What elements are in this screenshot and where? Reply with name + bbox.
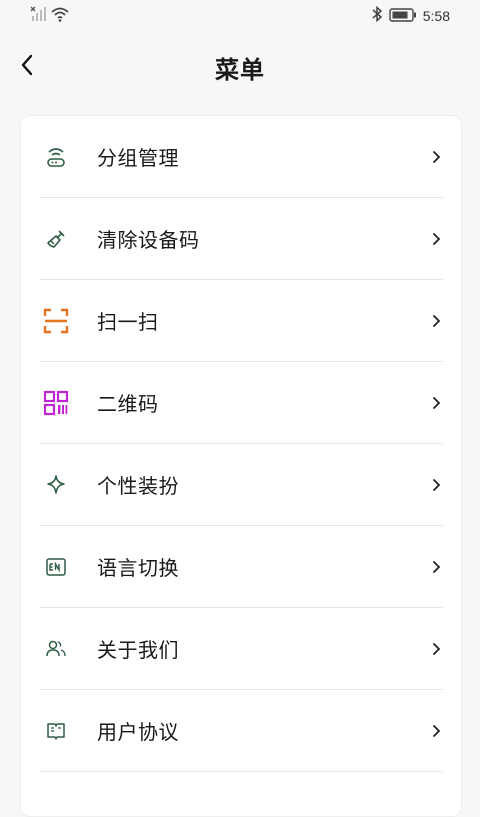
battery-icon <box>389 7 417 26</box>
status-right: 5:58 <box>371 5 450 26</box>
header: 菜单 <box>0 40 480 92</box>
menu-item-personalization[interactable]: 个性装扮 <box>39 444 443 526</box>
qr-code-icon <box>39 386 73 420</box>
router-icon <box>39 140 73 174</box>
chevron-right-icon <box>433 150 441 163</box>
menu-item-clear-device-code[interactable]: 清除设备码 <box>39 198 443 280</box>
chevron-right-icon <box>433 560 441 573</box>
menu-item-label: 二维码 <box>97 392 159 416</box>
scan-icon <box>39 304 73 338</box>
menu-item-user-agreement[interactable]: 用户协议 <box>39 690 443 772</box>
menu-item-label: 个性装扮 <box>97 474 179 498</box>
menu-item-group-management[interactable]: 分组管理 <box>39 116 443 198</box>
status-time: 5:58 <box>422 8 450 24</box>
broom-icon <box>39 222 73 256</box>
menu-item-about-us[interactable]: 关于我们 <box>39 608 443 690</box>
cellular-signal-icon <box>30 6 46 26</box>
chevron-right-icon <box>433 232 441 245</box>
chevron-right-icon <box>433 642 441 655</box>
menu-item-label: 扫一扫 <box>97 310 159 334</box>
language-icon <box>39 550 73 584</box>
wifi-icon <box>50 6 70 26</box>
users-icon <box>39 632 73 666</box>
menu-item-label: 语言切换 <box>97 556 179 580</box>
chevron-right-icon <box>433 478 441 491</box>
menu-card: 分组管理 清除设备码 扫一扫 二维码 个性装扮 语言切换 关于我们 用户协议 <box>20 115 462 817</box>
chevron-right-icon <box>433 396 441 409</box>
menu-item-qr-code[interactable]: 二维码 <box>39 362 443 444</box>
menu-item-label: 关于我们 <box>97 638 179 662</box>
sparkle-icon <box>39 468 73 502</box>
status-bar: 5:58 <box>0 0 480 32</box>
chevron-right-icon <box>433 314 441 327</box>
book-icon <box>39 714 73 748</box>
menu-item-label: 用户协议 <box>97 720 179 744</box>
chevron-right-icon <box>433 724 441 737</box>
menu-item-label: 分组管理 <box>97 146 179 170</box>
menu-item-label: 清除设备码 <box>97 228 200 252</box>
menu-item-language-switch[interactable]: 语言切换 <box>39 526 443 608</box>
status-left <box>30 6 70 26</box>
bluetooth-icon <box>371 5 383 26</box>
menu-item-scan[interactable]: 扫一扫 <box>39 280 443 362</box>
page-title: 菜单 <box>215 56 265 84</box>
